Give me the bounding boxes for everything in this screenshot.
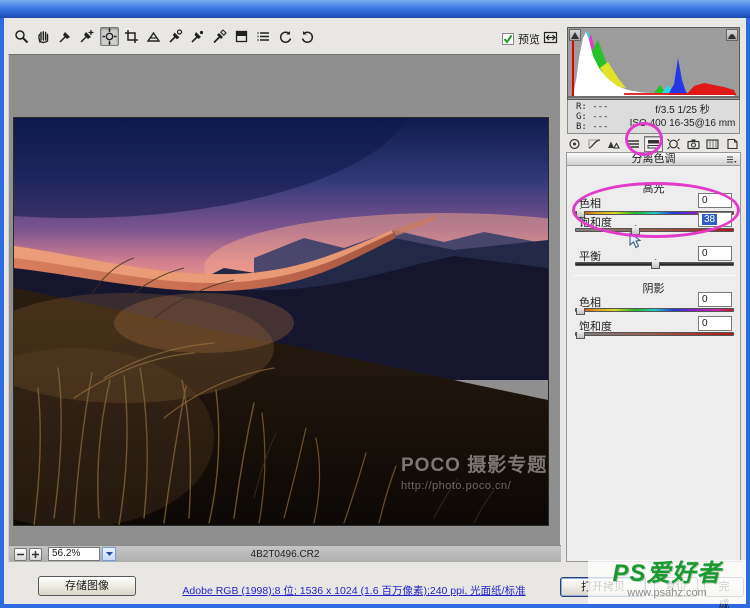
histogram	[567, 27, 740, 100]
rgb-values: R: --- G: --- B: ---	[568, 102, 626, 132]
highlight-clipping-warning-button[interactable]	[726, 29, 738, 41]
zoom-tool-icon[interactable]	[12, 27, 31, 46]
shadows-sat-slider[interactable]	[575, 329, 734, 339]
highlights-hue-label: 色相	[579, 198, 601, 210]
hand-tool-icon[interactable]	[34, 27, 53, 46]
divider	[573, 275, 736, 276]
psahz-url: www.psahz.com	[627, 587, 707, 599]
preferences-tool-icon[interactable]	[254, 27, 273, 46]
tab-camera-calibration[interactable]	[684, 136, 703, 152]
panel-header: 分离色调	[566, 152, 741, 166]
window-titlebar: Camera Raw 5.3 - Canon EOS-1Ds Mark III	[0, 0, 750, 33]
crop-tool-icon[interactable]	[122, 27, 141, 46]
shadows-sat-value[interactable]: 0	[698, 316, 732, 331]
red-eye-tool-icon[interactable]	[188, 27, 207, 46]
shadow-clipping-warning-button[interactable]	[569, 29, 581, 41]
save-image-button[interactable]: 存储图像	[38, 576, 136, 596]
r-value: R: ---	[576, 101, 609, 112]
poco-watermark-line1: POCO 摄影专题	[401, 455, 548, 476]
balance-slider[interactable]	[575, 259, 734, 269]
targeted-adjustment-tool-icon[interactable]	[100, 27, 119, 46]
panel-title: 分离色调	[631, 153, 676, 165]
balance-value[interactable]: 0	[698, 246, 732, 261]
psahz-watermark: PS爱好者 www.psahz.com	[588, 560, 746, 604]
highlights-sat-value[interactable]: 38	[698, 212, 732, 227]
preview-checkbox[interactable]	[502, 33, 514, 45]
fullscreen-toggle-icon[interactable]	[542, 29, 559, 46]
shadows-hue-slider[interactable]	[575, 305, 734, 315]
tab-hsl-grayscale[interactable]	[624, 136, 643, 152]
shadows-hue-value[interactable]: 0	[698, 292, 732, 307]
tab-snapshots[interactable]	[723, 136, 742, 152]
white-balance-tool-icon[interactable]	[56, 27, 75, 46]
histogram-graph	[568, 28, 739, 99]
adjustment-brush-tool-icon[interactable]	[210, 27, 229, 46]
tab-split-toning[interactable]	[644, 136, 663, 152]
highlights-hue-value[interactable]: 0	[698, 193, 732, 208]
zoom-in-button[interactable]	[29, 547, 42, 561]
preview-pane: POCO 摄影专题 http://photo.poco.cn/ 56.2% 4B…	[0, 0, 684, 562]
iso-lens-info: ISO 400 16-35@16 mm	[629, 117, 736, 129]
zoom-level-select[interactable]: 56.2%	[48, 547, 100, 561]
graduated-filter-tool-icon[interactable]	[232, 27, 251, 46]
b-value: B: ---	[576, 121, 609, 132]
tab-basic[interactable]	[565, 136, 584, 152]
window-body: 预览 POCO 摄影专题 http://photo.poco.cn/ 56.2%…	[0, 0, 746, 608]
preview-toggle[interactable]: 预览	[502, 31, 540, 47]
color-sampler-tool-icon[interactable]	[78, 27, 97, 46]
tab-detail[interactable]	[605, 136, 624, 152]
exif-summary: f/3.5 1/25 秒 ISO 400 16-35@16 mm	[626, 104, 739, 130]
zoom-dropdown-arrow-icon[interactable]	[102, 547, 116, 561]
split-toning-panel: 高光 色相 0 饱和度 38 平衡 0 阴影 色相 0 饱和度 0	[566, 166, 741, 562]
panel-tabstrip	[565, 135, 742, 152]
photo-preview[interactable]: POCO 摄影专题 http://photo.poco.cn/	[0, 0, 684, 528]
zoom-out-button[interactable]	[14, 547, 27, 561]
tab-lens-corrections[interactable]	[664, 136, 683, 152]
straighten-tool-icon[interactable]	[144, 27, 163, 46]
highlights-sat-thumb[interactable]	[631, 225, 640, 235]
highlights-sat-slider[interactable]	[575, 225, 734, 235]
zoom-bar: 56.2% 4B2T0496.CR2	[9, 545, 561, 562]
preview-label: 预览	[518, 34, 540, 46]
rotate-left-icon[interactable]	[276, 27, 295, 46]
spot-removal-tool-icon[interactable]	[166, 27, 185, 46]
poco-watermark-line2: http://photo.poco.cn/	[401, 480, 512, 492]
toolbar	[12, 27, 317, 46]
balance-thumb[interactable]	[651, 259, 660, 269]
camera-raw-window: Camera Raw 5.3 - Canon EOS-1Ds Mark III …	[0, 0, 750, 608]
tab-presets[interactable]	[703, 136, 722, 152]
rgb-exif-readout: R: --- G: --- B: --- f/3.5 1/25 秒 ISO 40…	[567, 100, 740, 134]
tab-tone-curve[interactable]	[585, 136, 604, 152]
psahz-brand: PS爱好者	[612, 560, 722, 587]
poco-watermark: POCO 摄影专题 http://photo.poco.cn/	[401, 456, 547, 496]
exposure-info: f/3.5 1/25 秒	[655, 104, 710, 116]
rotate-right-icon[interactable]	[298, 27, 317, 46]
workflow-options-link[interactable]: Adobe RGB (1998);8 位; 1536 x 1024 (1.6 百…	[154, 583, 554, 598]
g-value: G: ---	[576, 111, 609, 122]
